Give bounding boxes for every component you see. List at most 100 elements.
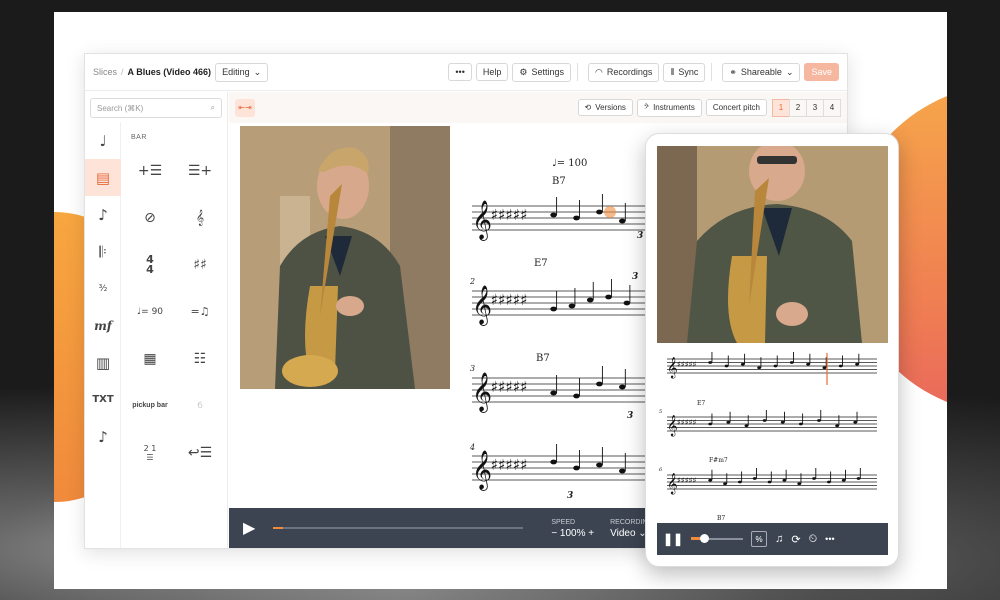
help-button[interactable]: Help bbox=[475, 63, 509, 81]
breadcrumb-root[interactable]: Slices bbox=[93, 67, 117, 77]
score-settings-icon[interactable]: ♫ bbox=[775, 533, 783, 545]
note-head bbox=[619, 384, 626, 390]
chord-symbol: B7 bbox=[552, 176, 566, 187]
waveform-icon: ⦀ bbox=[670, 66, 675, 77]
measure-number: 2 bbox=[469, 277, 475, 286]
bar-tool[interactable]: ▤ bbox=[85, 159, 121, 196]
link-icon: ⚭ bbox=[729, 66, 737, 77]
double-barline-icon[interactable]: ▦ bbox=[125, 335, 175, 382]
treble-clef: 𝄞 bbox=[472, 200, 492, 241]
note-head bbox=[568, 303, 576, 309]
swing-icon[interactable]: =♫ bbox=[175, 288, 225, 335]
tempo-icon[interactable]: ♩= 90 bbox=[125, 288, 175, 335]
note-head bbox=[623, 300, 631, 306]
mode-dropdown[interactable]: Editing ⌄ bbox=[215, 62, 269, 82]
chevron-down-icon: ⌄ bbox=[253, 66, 262, 77]
measure-number: 5 bbox=[659, 409, 662, 415]
play-icon[interactable]: ▶ bbox=[243, 518, 255, 538]
key-signature: ♯♯♯♯♯ bbox=[677, 359, 697, 369]
tablet-progress[interactable] bbox=[691, 534, 744, 543]
history-icon: ⟲ bbox=[584, 103, 592, 112]
divider bbox=[576, 63, 578, 81]
articulation-tool[interactable]: ♪ bbox=[85, 196, 121, 233]
chord-symbol: B7 bbox=[717, 515, 725, 522]
more-icon[interactable]: ••• bbox=[825, 534, 834, 544]
note-head bbox=[573, 215, 580, 221]
triplet-marker: 3 bbox=[637, 231, 643, 241]
triplet-marker: 3 bbox=[567, 491, 573, 501]
loop-icon[interactable]: ⟳ bbox=[791, 533, 800, 546]
video-panel[interactable] bbox=[240, 126, 450, 389]
chord-symbol: F#m7 bbox=[709, 457, 728, 464]
versions-button[interactable]: ⟲ Versions bbox=[577, 99, 633, 116]
instruments-label: Instruments bbox=[653, 103, 695, 112]
share-dropdown[interactable]: ⚭ Shareable ⌄ bbox=[722, 62, 801, 82]
concert-pitch-button[interactable]: Concert pitch bbox=[705, 99, 767, 116]
clef-icon[interactable]: 𝄞 bbox=[175, 194, 225, 241]
note-head bbox=[596, 381, 603, 387]
note-tool[interactable]: ♩ bbox=[85, 122, 121, 159]
page-4-button[interactable]: 4 bbox=[823, 98, 841, 117]
recordings-button[interactable]: ◠ Recordings bbox=[587, 62, 660, 82]
tuplet-tool[interactable]: ³⁄₂ bbox=[85, 270, 121, 307]
instruments-button[interactable]: 𝄢 Instruments bbox=[636, 98, 702, 117]
divider bbox=[711, 63, 713, 81]
tablet-progress-handle[interactable] bbox=[700, 534, 710, 543]
key-signature-icon[interactable]: ♯♯ bbox=[175, 241, 225, 288]
pickup-bar-button[interactable]: pickup bar bbox=[125, 382, 175, 429]
playhead-highlight bbox=[604, 206, 616, 218]
versions-label: Versions bbox=[595, 103, 626, 112]
tablet-video[interactable] bbox=[657, 146, 888, 343]
note-head bbox=[550, 459, 557, 465]
time-sig-bottom: 4 bbox=[146, 262, 154, 276]
flag-tool[interactable]: ♪ bbox=[85, 418, 121, 455]
coda-icon[interactable]: ↩☰ bbox=[175, 429, 225, 476]
more-button[interactable]: ••• bbox=[448, 63, 472, 81]
insert-bar-before-icon[interactable]: +☰ bbox=[125, 147, 175, 194]
measure-number-button[interactable]: 6 bbox=[175, 382, 225, 429]
search-placeholder: Search (⌘K) bbox=[97, 103, 144, 113]
save-button[interactable]: Save bbox=[804, 63, 839, 81]
page-title[interactable]: A Blues (Video 466) bbox=[128, 67, 212, 77]
search-input[interactable]: Search (⌘K) ⌕ bbox=[90, 98, 222, 118]
score-icon: 𝄢 bbox=[643, 102, 650, 112]
dynamics-tool[interactable]: mf bbox=[85, 307, 121, 344]
chord-symbol: B7 bbox=[536, 353, 550, 364]
final-barline-icon[interactable]: ☷ bbox=[175, 335, 225, 382]
measure-number: 6 bbox=[659, 467, 663, 473]
search-icon: ⌕ bbox=[210, 103, 215, 112]
sync-button[interactable]: ⦀ Sync bbox=[663, 62, 706, 82]
settings-button[interactable]: ⚙ Settings bbox=[512, 62, 571, 82]
delete-bar-icon[interactable]: ⊘ bbox=[125, 194, 175, 241]
note-head bbox=[619, 218, 626, 224]
note-head bbox=[596, 462, 603, 468]
volta-icon[interactable]: 2 1 ☰ bbox=[125, 429, 175, 476]
tablet-staff-canvas: 𝄞 ♯♯♯♯♯𝄞 ♯♯♯♯♯E75𝄞 ♯♯♯♯♯F#m76B7 bbox=[659, 352, 877, 522]
note-head bbox=[573, 393, 580, 399]
tempo-marking: ♩= 100 bbox=[552, 158, 587, 169]
page-3-button[interactable]: 3 bbox=[806, 98, 824, 117]
layout-tool[interactable]: ▥ bbox=[85, 344, 121, 381]
percent-button[interactable]: % bbox=[751, 531, 768, 547]
metronome-icon[interactable]: ⏲ bbox=[809, 533, 818, 546]
score-toolbar: ⇤⇥ ⟲ Versions 𝄢 Instruments Concert pitc… bbox=[229, 92, 847, 123]
bar-palette: BAR +☰ ☰+ ⊘ 𝄞 4 4 ♯♯ ♩= 90 =♫ ▦ ☷ pickup… bbox=[125, 130, 225, 476]
page-2-button[interactable]: 2 bbox=[789, 98, 807, 117]
tablet-sheet-music[interactable]: 𝄞 ♯♯♯♯♯ 𝄞 ♯♯♯♯♯ E7 5 𝄞 ♯♯♯♯♯ F#m7 6 B7 bbox=[657, 345, 888, 523]
text-tool[interactable]: TXT bbox=[85, 381, 121, 418]
time-signature-icon[interactable]: 4 4 bbox=[125, 241, 175, 288]
page-1-button[interactable]: 1 bbox=[772, 98, 790, 117]
key-signature: ♯♯♯♯♯ bbox=[491, 291, 528, 309]
insert-bar-after-icon[interactable]: ☰+ bbox=[175, 147, 225, 194]
note-head bbox=[550, 212, 557, 218]
pause-icon[interactable]: ❚❚ bbox=[663, 532, 683, 546]
playback-progress[interactable] bbox=[273, 527, 524, 529]
triplet-marker: 3 bbox=[632, 272, 638, 282]
tablet-preview: 𝄞 ♯♯♯♯♯ 𝄞 ♯♯♯♯♯ E7 5 𝄞 ♯♯♯♯♯ F#m7 6 B7 ❚❚ % ♫ ⟳ ⏲ … bbox=[645, 133, 899, 567]
note-head bbox=[573, 465, 580, 471]
speed-control[interactable]: SPEED − 100% + bbox=[551, 517, 594, 539]
collapse-icon[interactable]: ⇤⇥ bbox=[235, 98, 255, 117]
sidebar: Search (⌘K) ⌕ ♩ ▤ ♪ 𝄆 ³⁄₂ mf ▥ TXT ♪ BAR… bbox=[85, 92, 228, 548]
note-head bbox=[586, 297, 594, 303]
repeat-tool[interactable]: 𝄆 bbox=[85, 233, 121, 270]
